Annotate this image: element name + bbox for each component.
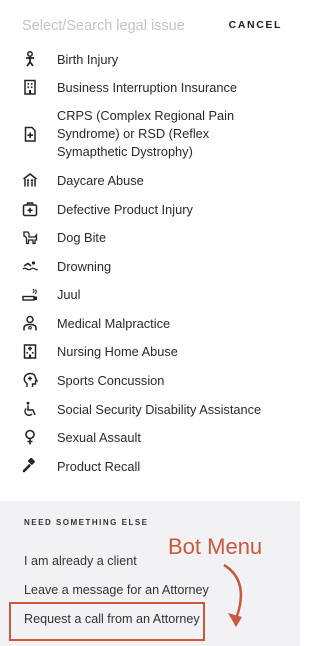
list-item-label: CRPS (Complex Regional Pain Syndrome) or… <box>57 108 235 159</box>
wheelchair-icon <box>22 401 38 417</box>
list-item[interactable]: Business Interruption Insurance <box>0 78 300 98</box>
vape-icon <box>22 286 38 302</box>
list-item[interactable]: Product Recall <box>0 457 300 477</box>
footer-title: NEED SOMETHING ELSE <box>24 518 149 527</box>
list-item-label: Daycare Abuse <box>57 173 144 188</box>
cancel-button[interactable]: CANCEL <box>229 19 282 31</box>
list-item[interactable]: Drowning <box>0 257 300 277</box>
list-item[interactable]: Daycare Abuse <box>0 171 300 191</box>
search-input[interactable] <box>22 14 222 38</box>
list-item[interactable]: Dog Bite <box>0 228 300 248</box>
list-item-label: Dog Bite <box>57 230 107 245</box>
medical-document-icon <box>22 126 38 142</box>
highlight-box <box>9 602 205 641</box>
dog-icon <box>22 229 38 245</box>
gavel-icon <box>22 458 38 474</box>
leave-message-link[interactable]: Leave a message for an Attorney <box>24 583 209 597</box>
list-item-label: Social Security Disability Assistance <box>57 402 262 417</box>
list-item-label: Birth Injury <box>57 52 119 67</box>
first-aid-kit-icon <box>22 201 38 217</box>
baby-icon <box>22 51 38 67</box>
list-item-label: Business Interruption Insurance <box>57 80 237 95</box>
doctor-icon <box>22 315 38 331</box>
list-item-label: Sexual Assault <box>57 430 141 445</box>
list-item[interactable]: Social Security Disability Assistance <box>0 400 300 420</box>
female-symbol-icon <box>22 429 38 445</box>
list-item-label: Product Recall <box>57 459 141 474</box>
list-item-label: Drowning <box>57 259 112 274</box>
list-item-label: Defective Product Injury <box>57 202 193 217</box>
list-item[interactable]: Juul <box>0 285 300 305</box>
list-item[interactable]: CRPS (Complex Regional Pain Syndrome) or… <box>0 107 300 163</box>
list-item-label: Nursing Home Abuse <box>57 344 178 359</box>
list-item[interactable]: Medical Malpractice <box>0 314 300 334</box>
list-item-label: Medical Malpractice <box>57 316 171 331</box>
daycare-icon <box>22 172 38 188</box>
building-icon <box>22 79 38 95</box>
list-item-label: Sports Concussion <box>57 373 165 388</box>
hospital-building-icon <box>22 343 38 359</box>
already-client-link[interactable]: I am already a client <box>24 554 137 568</box>
list-item-label: Juul <box>57 287 81 302</box>
list-item[interactable]: Sports Concussion <box>0 371 300 391</box>
search-header: CANCEL <box>0 0 300 50</box>
list-item[interactable]: Defective Product Injury <box>0 200 300 220</box>
annotation-label: Bot Menu <box>168 534 263 559</box>
swimmer-icon <box>22 258 38 274</box>
list-item[interactable]: Sexual Assault <box>0 428 300 448</box>
list-item[interactable]: Birth Injury <box>0 50 300 70</box>
annotation-arrow-icon <box>223 563 243 627</box>
footer-menu: NEED SOMETHING ELSE I am already a clien… <box>0 501 300 646</box>
head-injury-icon <box>22 372 38 388</box>
list-item[interactable]: Nursing Home Abuse <box>0 342 300 362</box>
